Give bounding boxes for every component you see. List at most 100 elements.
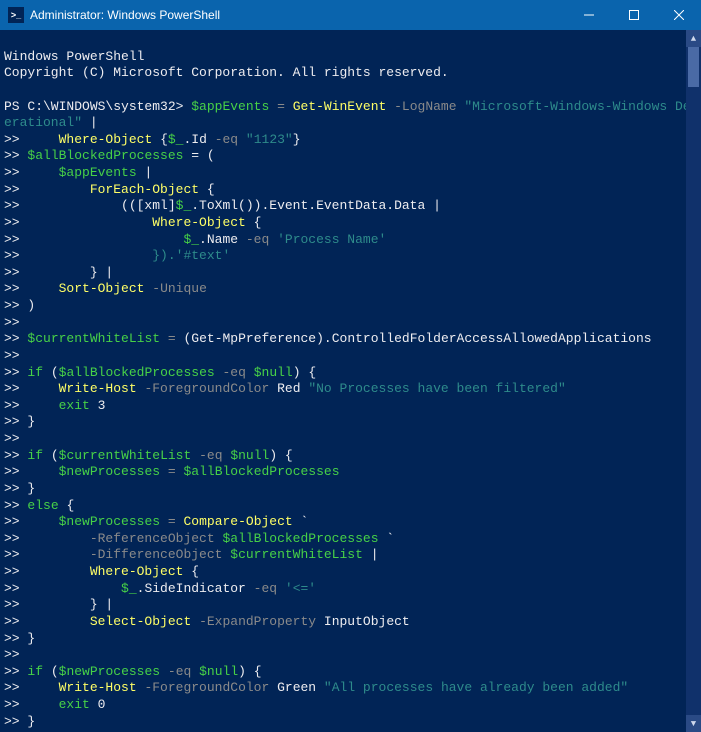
continuation-prompt: >> [4, 215, 20, 230]
variable: $currentWhiteList [230, 547, 363, 562]
keyword: if [27, 664, 43, 679]
variable: $allBlockedProcesses [27, 148, 183, 163]
string-literal: '<=' [285, 581, 316, 596]
cmdlet: Select-Object [90, 614, 191, 629]
operator: = [277, 99, 285, 114]
brace: { [254, 215, 262, 230]
brace: } [27, 714, 35, 729]
variable: $newProcesses [59, 464, 160, 479]
banner-line: Copyright (C) Microsoft Corporation. All… [4, 65, 449, 80]
continuation-prompt: >> [4, 547, 20, 562]
maximize-button[interactable] [611, 0, 656, 30]
variable: $_ [168, 132, 184, 147]
cmdlet: Where-Object [90, 564, 184, 579]
continuation-prompt: >> [4, 248, 20, 263]
keyword: exit [59, 697, 90, 712]
variable: $_ [176, 198, 192, 213]
operator: -eq [168, 664, 191, 679]
string-literal: "1123" [246, 132, 293, 147]
brace: } [27, 481, 35, 496]
brace: { [66, 498, 74, 513]
continuation-prompt: >> [4, 714, 20, 729]
operator: = [168, 514, 176, 529]
cmdlet: Get-WinEvent [293, 99, 387, 114]
number: 0 [98, 697, 106, 712]
variable: $newProcesses [59, 514, 160, 529]
cmdlet: Sort-Object [59, 281, 145, 296]
member: .ToXml()).Event.EventData.Data | [191, 198, 441, 213]
continuation-prompt: >> [4, 664, 20, 679]
continuation-prompt: >> [4, 431, 20, 446]
expression: (([xml] [121, 198, 176, 213]
continuation-prompt: >> [4, 381, 20, 396]
variable: $null [254, 365, 293, 380]
continuation-prompt: >> [4, 398, 20, 413]
string-literal: "All processes have already been added" [324, 680, 628, 695]
variable: $currentWhiteList [59, 448, 192, 463]
scroll-thumb[interactable] [688, 47, 699, 87]
member: .Name [199, 232, 238, 247]
scroll-up-button[interactable]: ▲ [686, 30, 701, 47]
parameter: -ReferenceObject [90, 531, 215, 546]
variable: $null [230, 448, 269, 463]
continuation-prompt: >> [4, 680, 20, 695]
variable: $newProcesses [59, 664, 160, 679]
cmdlet: Write-Host [59, 381, 137, 396]
brace: } | [90, 265, 113, 280]
paren: ) [27, 298, 35, 313]
pipe: | [371, 547, 379, 562]
cmdlet: Where-Object [59, 132, 153, 147]
continuation-char: ` [301, 514, 309, 529]
pipe: | [144, 165, 152, 180]
variable: $null [199, 664, 238, 679]
scroll-track[interactable] [686, 47, 701, 715]
continuation-prompt: >> [4, 281, 20, 296]
parameter: -DifferenceObject [90, 547, 223, 562]
brace: { [207, 182, 215, 197]
argument: Red [277, 381, 300, 396]
brace: ) { [238, 664, 261, 679]
continuation-prompt: >> [4, 132, 20, 147]
continuation-prompt: >> [4, 481, 20, 496]
keyword: if [27, 365, 43, 380]
cmdlet: Where-Object [152, 215, 246, 230]
scroll-down-button[interactable]: ▼ [686, 715, 701, 732]
operator: = [168, 331, 176, 346]
variable: $allBlockedProcesses [59, 365, 215, 380]
variable: $allBlockedProcesses [183, 464, 339, 479]
continuation-prompt: >> [4, 531, 20, 546]
vertical-scrollbar[interactable]: ▲ ▼ [686, 30, 701, 732]
continuation-prompt: >> [4, 298, 20, 313]
parameter: -Unique [152, 281, 207, 296]
variable: $allBlockedProcesses [222, 531, 378, 546]
continuation-prompt: >> [4, 448, 20, 463]
continuation-prompt: >> [4, 165, 20, 180]
pipe: | [90, 115, 98, 130]
close-button[interactable] [656, 0, 701, 30]
continuation-prompt: >> [4, 265, 20, 280]
minimize-button[interactable] [566, 0, 611, 30]
variable: $_ [183, 232, 199, 247]
string-literal: erational" [4, 115, 82, 130]
expression: (Get-MpPreference) [183, 331, 323, 346]
paren: = ( [191, 148, 214, 163]
string-literal: 'Process Name' [277, 232, 386, 247]
member: .ControlledFolderAccessAllowedApplicatio… [324, 331, 652, 346]
brace: ) { [293, 365, 316, 380]
argument: Green [277, 680, 316, 695]
paren: ( [51, 365, 59, 380]
parameter: -ForegroundColor [144, 381, 269, 396]
member: .SideIndicator [137, 581, 246, 596]
paren: ( [51, 664, 59, 679]
continuation-prompt: >> [4, 414, 20, 429]
brace: { [160, 132, 168, 147]
cmdlet: ForEach-Object [90, 182, 199, 197]
parameter: -ExpandProperty [199, 614, 316, 629]
continuation-prompt: >> [4, 365, 20, 380]
powershell-icon: >_ [8, 7, 24, 23]
terminal-output[interactable]: Windows PowerShell Copyright (C) Microso… [0, 30, 686, 732]
operator: = [168, 464, 176, 479]
continuation-prompt: >> [4, 614, 20, 629]
number: 3 [98, 398, 106, 413]
keyword: exit [59, 398, 90, 413]
